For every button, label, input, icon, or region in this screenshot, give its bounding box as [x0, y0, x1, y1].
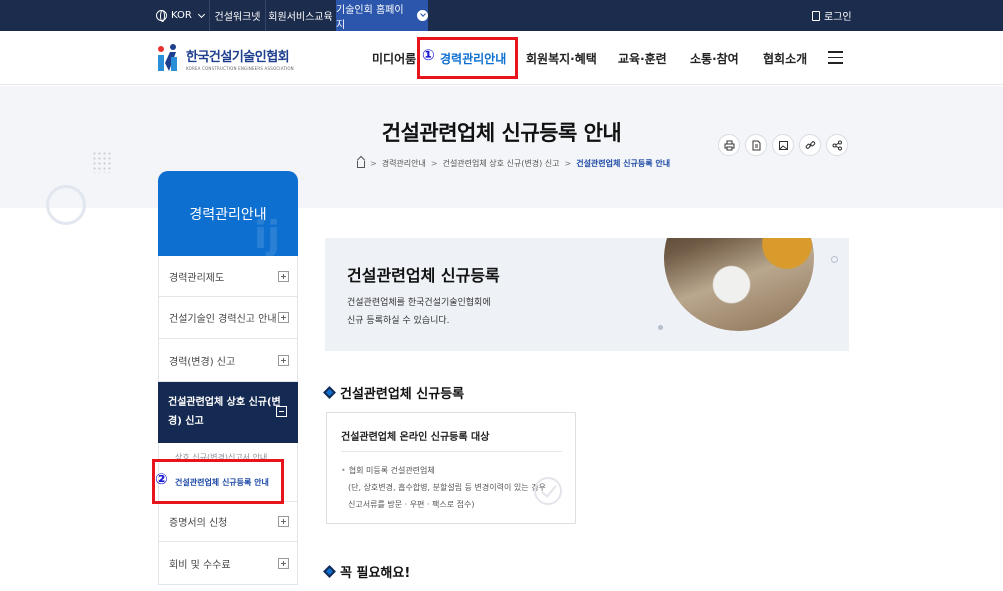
workspace-photo [664, 238, 814, 331]
logo-watermark: ij [254, 213, 281, 256]
sidebar-item-label: 증명서의 신청 [169, 518, 228, 529]
sidebar-item-label: 회비 및 수수료 [169, 559, 231, 571]
document-icon [752, 140, 760, 150]
annotation-marker-1: ① [422, 46, 435, 64]
sidebar-item-fees[interactable]: 회비 및 수수료 [158, 542, 298, 585]
plus-icon [278, 270, 289, 282]
card-line: (단, 상호변경, 흡수합병, 분할설립 등 변경이력이 있는 경우 [348, 483, 546, 492]
nav-education-training[interactable]: 교육·훈련 [618, 31, 667, 85]
highlight-box-registration-guide [152, 459, 284, 504]
section-heading-required: 꼭 필요해요! [323, 562, 411, 581]
plus-icon [278, 354, 289, 366]
site-logo[interactable]: 한국건설기술인협회 KOREA CONSTRUCTION ENGINEERS A… [156, 43, 294, 73]
sub-visual-band [0, 86, 1003, 208]
dot-pattern-decoration [92, 151, 112, 173]
login-button[interactable]: 로그인 [812, 0, 852, 31]
plus-icon [278, 312, 289, 323]
eligibility-card: 건설관련업체 온라인 신규등록 대상 • 협회 미등록 건설관련업체 (단, 상호… [326, 412, 576, 524]
home-icon[interactable] [357, 161, 365, 168]
save-image-button[interactable] [772, 134, 794, 156]
submenu-item[interactable]: 상호 신규(변경)신고서 안내 [175, 450, 293, 459]
link-member-service-education[interactable]: 회원서비스교육 [265, 0, 335, 31]
share-icon [832, 140, 842, 150]
page-title: 건설관련업체 신규등록 안내 [381, 121, 622, 145]
intro-banner: 건설관련업체 신규등록 건설관련업체를 한국건설기술인협회에 신규 등록하실 수… [325, 238, 849, 351]
sidebar-item-label: 경력관리제도 [169, 272, 225, 284]
logo-subtitle: KOREA CONSTRUCTION ENGINEERS ASSOCIATION [186, 65, 294, 71]
sidebar-item-career-report[interactable]: 건설기술인 경력신고 안내 [158, 297, 298, 339]
plus-icon [278, 516, 289, 527]
section-heading-registration: 건설관련업체 신규등록 [323, 383, 465, 402]
card-line: 신고서류를 방문 · 우편 · 팩스로 접수) [348, 500, 475, 509]
card-title: 건설관련업체 온라인 신규등록 대상 [341, 432, 490, 443]
circle-decoration [46, 185, 86, 225]
dot-decoration [658, 325, 663, 330]
annotation-marker-2: ② [155, 470, 168, 488]
copy-link-button[interactable] [799, 134, 821, 156]
card-line: 협회 미등록 건설관련업체 [348, 466, 435, 475]
sidebar-item-certificate[interactable]: 증명서의 신청 [158, 501, 298, 542]
sidebar-item-career-system[interactable]: 경력관리제도 [158, 256, 298, 297]
section-heading-text: 건설관련업체 신규등록 [340, 387, 465, 402]
card-body: • 협회 미등록 건설관련업체 (단, 상호변경, 흡수합병, 분할설립 등 변경… [341, 462, 546, 513]
breadcrumb-item[interactable]: 건설관련업체 상호 신규(변경) 신고 [443, 158, 560, 169]
sidebar-item-label: 경력(변경) 신고 [169, 356, 236, 368]
nav-media-room[interactable]: 미디어룸 [372, 31, 416, 85]
logo-mark-icon [158, 44, 177, 71]
logo-name: 한국건설기술인협회 [186, 49, 290, 65]
login-icon [812, 10, 820, 21]
print-icon [724, 140, 734, 150]
sidebar-item-company-registration[interactable]: 건설관련업체 상호 신규(변경) 신고 [158, 382, 298, 443]
nav-communication[interactable]: 소통·참여 [690, 31, 739, 85]
share-button[interactable] [826, 134, 848, 156]
sidebar-item-career-change[interactable]: 경력(변경) 신고 [158, 339, 298, 382]
breadcrumb-item[interactable]: 경력관리안내 [382, 158, 426, 169]
dot-decoration [831, 256, 838, 263]
intro-description: 건설관련업체를 한국건설기술인협회에 신규 등록하실 수 있습니다. [347, 294, 491, 330]
page-tools [718, 134, 848, 156]
check-circle-icon [534, 477, 562, 505]
intro-desc-line: 신규 등록하실 수 있습니다. [347, 316, 450, 326]
sidebar-header: 경력관리안내 ij [158, 171, 298, 256]
globe-icon [156, 10, 167, 22]
nav-member-welfare[interactable]: 회원복지·혜택 [526, 31, 597, 85]
language-label: KOR [171, 10, 192, 21]
language-selector[interactable]: KOR [156, 0, 205, 31]
link-construction-worknet[interactable]: 건설워크넷 [209, 0, 265, 31]
breadcrumb-current: 건설관련업체 신규등록 안내 [576, 159, 671, 168]
top-utility-bar: KOR 건설워크넷 회원서비스교육 기술인회 홈페이지 로그인 [0, 0, 1003, 31]
diamond-bullet-icon [323, 386, 336, 399]
link-icon [805, 140, 815, 149]
login-label: 로그인 [824, 12, 852, 23]
diamond-bullet-icon [323, 565, 336, 578]
breadcrumb: > 경력관리안내 > 건설관련업체 상호 신규(변경) 신고 > 건설관련업체 … [357, 158, 670, 169]
link-association-homepage[interactable]: 기술인회 홈페이지 [336, 0, 428, 31]
intro-title: 건설관련업체 신규등록 [347, 266, 500, 285]
menu-icon[interactable] [828, 51, 843, 65]
card-divider [341, 451, 562, 452]
intro-desc-line: 건설관련업체를 한국건설기술인협회에 [347, 298, 491, 308]
print-button[interactable] [718, 134, 740, 156]
image-icon [778, 140, 788, 150]
chevron-down-icon [197, 10, 205, 18]
homepage-link-label: 기술인회 홈페이지 [336, 4, 404, 31]
plus-icon [278, 557, 289, 569]
chevron-down-icon [417, 10, 428, 21]
sidebar-item-label: 건설관련업체 상호 신규(변경) 신고 [168, 397, 281, 427]
section-heading-text: 꼭 필요해요! [340, 566, 411, 581]
document-button[interactable] [745, 134, 767, 156]
sidebar-item-label: 건설기술인 경력신고 안내 [169, 314, 277, 325]
nav-about-association[interactable]: 협회소개 [763, 31, 807, 85]
minus-icon [276, 406, 287, 417]
